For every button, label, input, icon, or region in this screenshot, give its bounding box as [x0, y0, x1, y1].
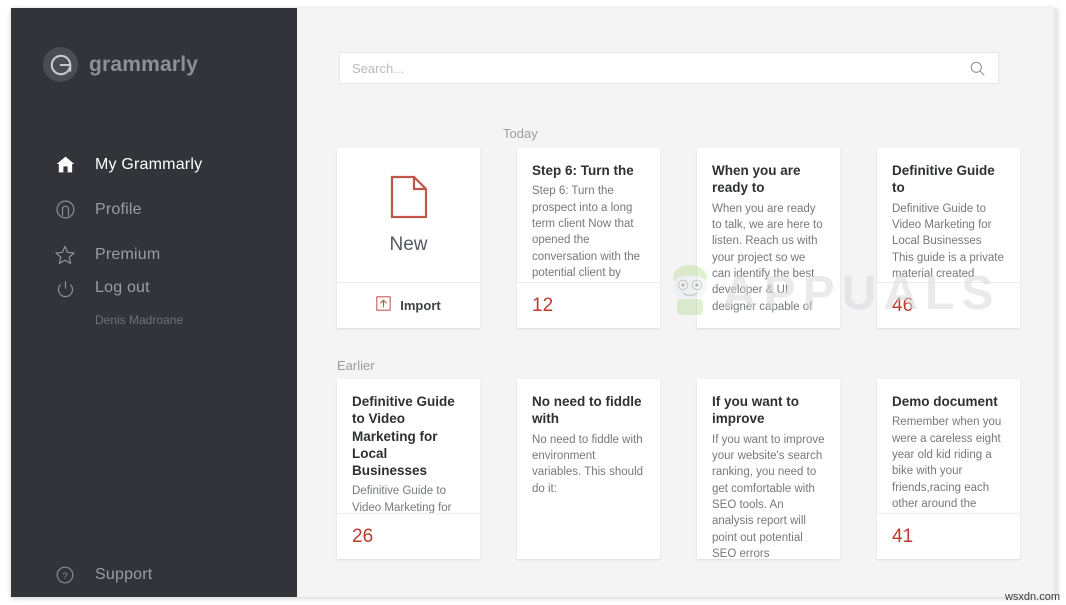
section-label-earlier: Earlier: [337, 358, 375, 373]
document-score: 12: [532, 294, 554, 316]
upload-icon: [376, 295, 391, 316]
brand-logo: grammarly: [43, 47, 198, 82]
document-snippet: Remember when you were a careless eight …: [892, 416, 1002, 510]
document-title: Definitive Guide to: [892, 163, 995, 196]
scrollbar[interactable]: [1054, 8, 1057, 597]
user-circle-icon: [52, 199, 78, 220]
document-card-footer: 41: [877, 513, 1020, 559]
sidebar-item-my-grammarly[interactable]: My Grammarly: [11, 142, 297, 187]
main-content: Today New: [297, 8, 1057, 597]
sidebar: grammarly My Grammarly Profile Premium L…: [11, 8, 297, 597]
sidebar-user-name: Denis Madroane: [95, 313, 184, 327]
document-card[interactable]: When you are ready to When you are ready…: [697, 148, 840, 328]
document-snippet: Definitive Guide to Video Marketing for …: [352, 485, 452, 513]
document-card-body: Definitive Guide to Definitive Guide to …: [877, 148, 1020, 282]
document-snippet: No need to fiddle with environment varia…: [532, 433, 644, 495]
document-snippet: When you are ready to talk, we are here …: [712, 202, 823, 313]
brand-name: grammarly: [89, 52, 199, 76]
sidebar-item-label: Profile: [95, 200, 142, 218]
search-input[interactable]: [352, 60, 969, 76]
screenshot-root: grammarly My Grammarly Profile Premium L…: [0, 0, 1066, 605]
import-label: Import: [400, 298, 441, 313]
sidebar-item-label: Support: [95, 566, 153, 583]
search-bar[interactable]: [339, 52, 999, 84]
document-snippet: If you want to improve your website's se…: [712, 433, 825, 559]
document-card[interactable]: Step 6: Turn the Step 6: Turn the prospe…: [517, 148, 660, 328]
document-card-footer: 26: [337, 513, 480, 559]
sidebar-nav: My Grammarly Profile Premium Log out Den…: [11, 142, 297, 335]
documents-grid-earlier: Definitive Guide to Video Marketing for …: [337, 379, 1020, 559]
document-score: 26: [352, 525, 374, 547]
svg-text:?: ?: [62, 571, 67, 582]
home-icon: [52, 154, 78, 175]
document-card[interactable]: If you want to improve If you want to im…: [697, 379, 840, 559]
new-document-button[interactable]: New: [337, 148, 480, 282]
document-card-body: Demo document Remember when you were a c…: [877, 379, 1020, 513]
document-title: If you want to improve: [712, 394, 799, 427]
document-card-body: If you want to improve If you want to im…: [697, 379, 840, 559]
section-label-today: Today: [503, 126, 538, 141]
document-title: No need to fiddle with: [532, 394, 642, 427]
document-title: Demo document: [892, 394, 998, 409]
sidebar-item-label: Log out: [95, 279, 150, 296]
document-card-body: Step 6: Turn the Step 6: Turn the prospe…: [517, 148, 660, 282]
document-card-footer: 12: [517, 282, 660, 328]
document-snippet: Step 6: Turn the prospect into a long te…: [532, 185, 641, 279]
new-document-card[interactable]: New Import: [337, 148, 480, 328]
star-icon: [52, 244, 78, 266]
new-label: New: [389, 233, 428, 255]
grammarly-app-window: grammarly My Grammarly Profile Premium L…: [11, 8, 1057, 597]
document-score: 41: [892, 525, 914, 547]
power-icon: [52, 279, 78, 300]
document-title: When you are ready to: [712, 163, 801, 196]
document-card[interactable]: No need to fiddle with No need to fiddle…: [517, 379, 660, 559]
grammarly-g-icon: [43, 47, 78, 82]
search-icon[interactable]: [969, 60, 986, 77]
document-title: Definitive Guide to Video Marketing for …: [352, 394, 455, 479]
new-document-icon: [390, 175, 428, 224]
sidebar-item-support[interactable]: ? Support: [52, 565, 152, 585]
document-card[interactable]: Definitive Guide to Definitive Guide to …: [877, 148, 1020, 328]
sidebar-item-label: Premium: [95, 245, 161, 263]
import-button[interactable]: Import: [337, 282, 480, 328]
question-circle-icon: ?: [52, 565, 78, 585]
document-score: 46: [892, 294, 914, 316]
document-card[interactable]: Demo document Remember when you were a c…: [877, 379, 1020, 559]
document-card-footer: 46: [877, 282, 1020, 328]
documents-grid-today: New Import Step 6: Turn the Step 6: Turn…: [337, 148, 1020, 328]
sidebar-item-log-out[interactable]: Log out Denis Madroane: [11, 277, 297, 335]
document-card-body: Definitive Guide to Video Marketing for …: [337, 379, 480, 513]
document-card-body: When you are ready to When you are ready…: [697, 148, 840, 328]
document-snippet: Definitive Guide to Video Marketing for …: [892, 202, 1004, 280]
sidebar-item-profile[interactable]: Profile: [11, 187, 297, 232]
document-title: Step 6: Turn the: [532, 163, 634, 178]
document-card[interactable]: Definitive Guide to Video Marketing for …: [337, 379, 480, 559]
sidebar-item-premium[interactable]: Premium: [11, 232, 297, 277]
document-card-body: No need to fiddle with No need to fiddle…: [517, 379, 660, 559]
sidebar-item-label: My Grammarly: [95, 155, 203, 173]
